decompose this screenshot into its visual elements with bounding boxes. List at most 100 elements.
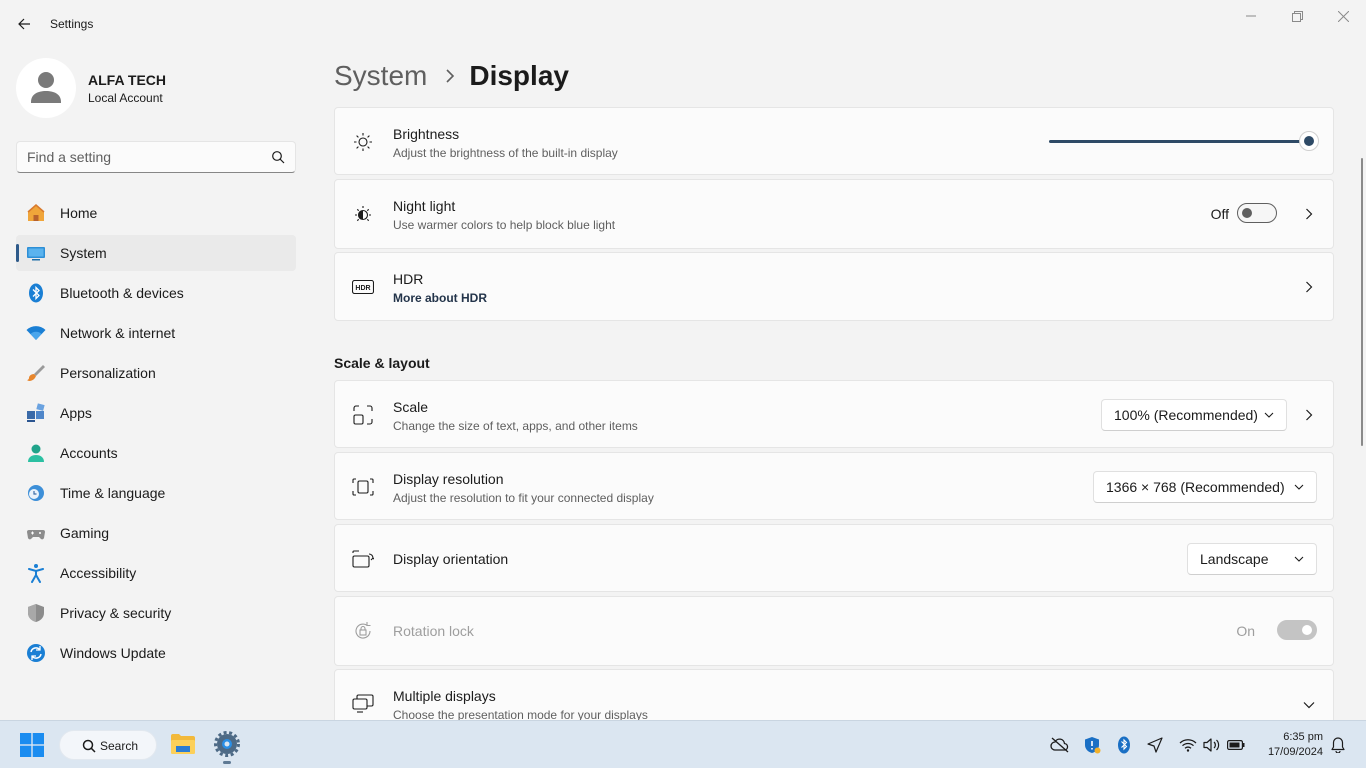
folder-icon xyxy=(171,734,195,754)
sidebar-item-home[interactable]: Home xyxy=(16,195,296,231)
bluetooth-tray-button[interactable] xyxy=(1116,736,1132,754)
sidebar-item-bluetooth[interactable]: Bluetooth & devices xyxy=(16,275,296,311)
sidebar-item-accessibility[interactable]: Accessibility xyxy=(16,555,296,591)
night-light-icon xyxy=(351,202,375,226)
hdr-card[interactable]: HDR HDR More about HDR xyxy=(334,252,1334,321)
sidebar-item-label: Personalization xyxy=(60,365,156,381)
wifi-icon xyxy=(1179,739,1197,752)
orientation-dropdown[interactable]: Landscape xyxy=(1187,543,1317,575)
breadcrumb-parent[interactable]: System xyxy=(334,60,427,92)
profile-account-type: Local Account xyxy=(88,91,163,105)
windows-logo-icon xyxy=(20,733,44,757)
night-light-title: Night light xyxy=(393,198,456,214)
gear-icon xyxy=(214,731,240,757)
brightness-slider[interactable] xyxy=(1049,131,1319,151)
sidebar-item-accounts[interactable]: Accounts xyxy=(16,435,296,471)
sidebar-item-personalization[interactable]: Personalization xyxy=(16,355,296,391)
resolution-icon xyxy=(351,475,375,499)
scale-title: Scale xyxy=(393,399,429,415)
resolution-title: Display resolution xyxy=(393,471,504,487)
sidebar-item-network[interactable]: Network & internet xyxy=(16,315,296,351)
slider-track[interactable] xyxy=(1049,140,1307,143)
onedrive-tray-button[interactable] xyxy=(1050,736,1070,754)
battery-tray-button[interactable] xyxy=(1226,736,1246,754)
resolution-dropdown[interactable]: 1366 × 768 (Recommended) xyxy=(1093,471,1317,503)
chevron-down-icon xyxy=(1264,412,1274,418)
chevron-right-icon xyxy=(445,69,455,83)
location-tray-button[interactable] xyxy=(1146,736,1164,754)
rotation-lock-toggle[interactable] xyxy=(1277,620,1317,640)
scale-value: 100% (Recommended) xyxy=(1114,407,1258,423)
restore-icon xyxy=(1291,10,1303,22)
shield-warning-icon xyxy=(1085,737,1101,754)
hdr-more-link[interactable]: More about HDR xyxy=(393,291,487,305)
brightness-subtitle: Adjust the brightness of the built-in di… xyxy=(393,146,618,160)
user-profile[interactable]: ALFA TECH Local Account xyxy=(16,58,296,118)
title-bar: Settings xyxy=(0,0,1366,48)
taskbar-search[interactable]: Search xyxy=(59,730,157,760)
hdr-title: HDR xyxy=(393,271,424,287)
resolution-value: 1366 × 768 (Recommended) xyxy=(1106,479,1285,495)
search-input[interactable] xyxy=(27,148,257,166)
settings-taskbar-button[interactable] xyxy=(214,731,240,757)
sidebar-item-label: Accessibility xyxy=(60,565,137,581)
apps-icon xyxy=(27,403,45,422)
bluetooth-icon xyxy=(29,283,43,303)
sidebar-item-privacy[interactable]: Privacy & security xyxy=(16,595,296,631)
sidebar-item-label: System xyxy=(60,245,107,261)
chevron-right-icon[interactable] xyxy=(1301,279,1317,295)
sidebar-item-label: Network & internet xyxy=(60,325,176,341)
night-light-toggle[interactable] xyxy=(1237,203,1277,223)
start-button[interactable] xyxy=(20,733,44,757)
back-button[interactable] xyxy=(12,12,36,36)
restore-button[interactable] xyxy=(1274,0,1320,32)
security-tray-button[interactable] xyxy=(1083,736,1101,754)
orientation-title: Display orientation xyxy=(393,551,509,567)
settings-search[interactable] xyxy=(16,141,296,173)
clock-date: 17/09/2024 xyxy=(1267,746,1323,758)
scrollbar[interactable] xyxy=(1361,158,1363,446)
brightness-card: Brightness Adjust the brightness of the … xyxy=(334,107,1334,175)
scale-card[interactable]: Scale Change the size of text, apps, and… xyxy=(334,380,1334,448)
notifications-button[interactable] xyxy=(1330,736,1346,754)
sidebar-item-gaming[interactable]: Gaming xyxy=(16,515,296,551)
resolution-subtitle: Adjust the resolution to fit your connec… xyxy=(393,491,654,505)
rotation-lock-state: On xyxy=(1236,623,1255,639)
update-icon xyxy=(27,644,45,662)
clock-time: 6:35 pm xyxy=(1283,731,1323,743)
sidebar-item-time-language[interactable]: Time & language xyxy=(16,475,296,511)
night-light-card[interactable]: Night light Use warmer colors to help bl… xyxy=(334,179,1334,249)
file-explorer-button[interactable] xyxy=(170,731,196,757)
sidebar-item-label: Privacy & security xyxy=(60,605,172,621)
minimize-icon xyxy=(1246,15,1256,17)
sidebar-item-label: Gaming xyxy=(60,525,110,541)
orientation-value: Landscape xyxy=(1200,551,1269,567)
svg-text:HDR: HDR xyxy=(355,285,370,292)
chevron-down-icon xyxy=(1294,484,1304,490)
chevron-right-icon[interactable] xyxy=(1301,407,1317,423)
system-icon xyxy=(27,247,45,261)
multiple-displays-icon xyxy=(351,692,375,716)
chevron-down-icon[interactable] xyxy=(1301,697,1317,713)
scale-dropdown[interactable]: 100% (Recommended) xyxy=(1101,399,1287,431)
sidebar-item-windows-update[interactable]: Windows Update xyxy=(16,635,296,671)
bell-icon xyxy=(1331,737,1345,753)
network-tray-button[interactable] xyxy=(1178,736,1198,754)
rotation-lock-icon xyxy=(351,619,375,643)
profile-name: ALFA TECH xyxy=(88,72,167,88)
slider-thumb[interactable] xyxy=(1299,131,1319,151)
display-orientation-card: Display orientation Landscape xyxy=(334,524,1334,592)
person-icon xyxy=(31,72,61,103)
taskbar: Search 6:35 pm 17/09/2024 xyxy=(0,720,1366,768)
hdr-icon: HDR xyxy=(351,275,375,299)
close-button[interactable] xyxy=(1320,0,1366,32)
chevron-right-icon[interactable] xyxy=(1301,206,1317,222)
minimize-button[interactable] xyxy=(1228,0,1274,32)
night-light-state: Off xyxy=(1210,206,1229,222)
search-icon[interactable] xyxy=(271,150,285,164)
sidebar-item-apps[interactable]: Apps xyxy=(16,395,296,431)
sidebar-item-label: Home xyxy=(60,205,98,221)
sidebar-item-system[interactable]: System xyxy=(16,235,296,271)
volume-tray-button[interactable] xyxy=(1202,736,1222,754)
taskbar-clock[interactable]: 6:35 pm 17/09/2024 xyxy=(1268,730,1323,760)
